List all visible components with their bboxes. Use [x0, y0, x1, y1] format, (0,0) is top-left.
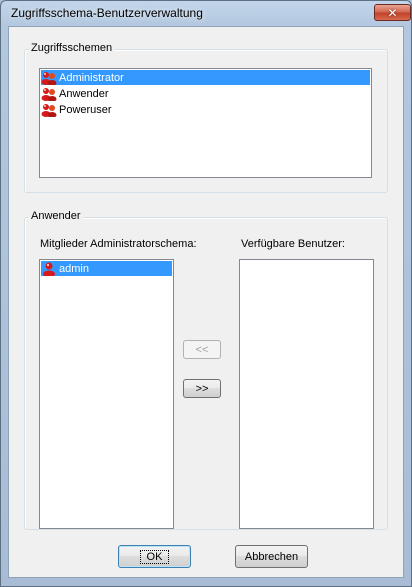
user-group-icon	[41, 87, 57, 101]
ok-button[interactable]: OK	[118, 545, 191, 568]
member-item-admin[interactable]: admin	[41, 261, 172, 276]
users-group-title: Anwender	[29, 210, 83, 222]
scheme-item-administrator[interactable]: Administrator	[41, 70, 370, 85]
cancel-button[interactable]: Abbrechen	[235, 545, 308, 568]
schemes-group-title: Zugriffsschemen	[29, 42, 115, 54]
dialog-client-area: Zugriffsschemen Administrator Anwender P…	[8, 26, 404, 578]
window-title: Zugriffsschema-Benutzerverwaltung	[11, 6, 203, 20]
ok-label: OK	[139, 549, 170, 564]
user-group-icon	[41, 71, 57, 85]
move-right-label: >>	[195, 382, 209, 395]
scheme-item-label: Anwender	[59, 87, 109, 100]
user-group-icon	[41, 103, 57, 117]
schemes-groupbox: Zugriffsschemen Administrator Anwender P…	[24, 42, 388, 193]
schemes-listbox[interactable]: Administrator Anwender Poweruser	[39, 68, 372, 178]
user-icon	[43, 262, 55, 276]
move-right-button[interactable]: >>	[183, 379, 221, 398]
users-groupbox: Anwender Mitglieder Administratorschema:…	[24, 210, 388, 530]
members-listbox[interactable]: admin	[39, 259, 174, 529]
available-users-listbox[interactable]	[239, 259, 374, 529]
close-icon: ✕	[387, 5, 398, 20]
cancel-label: Abbrechen	[244, 550, 299, 563]
scheme-item-label: Poweruser	[59, 103, 112, 116]
title-bar[interactable]: Zugriffsschema-Benutzerverwaltung ✕	[1, 1, 411, 25]
scheme-item-anwender[interactable]: Anwender	[41, 86, 370, 101]
close-button[interactable]: ✕	[374, 4, 411, 21]
move-left-label: <<	[195, 343, 209, 356]
scheme-item-poweruser[interactable]: Poweruser	[41, 102, 370, 117]
available-label: Verfügbare Benutzer:	[241, 238, 345, 250]
members-label: Mitglieder Administratorschema:	[40, 238, 197, 250]
scheme-item-label: Administrator	[59, 71, 124, 84]
member-item-label: admin	[59, 262, 89, 275]
move-left-button[interactable]: <<	[183, 340, 221, 359]
dialog-window: Zugriffsschema-Benutzerverwaltung ✕ Zugr…	[0, 0, 412, 587]
